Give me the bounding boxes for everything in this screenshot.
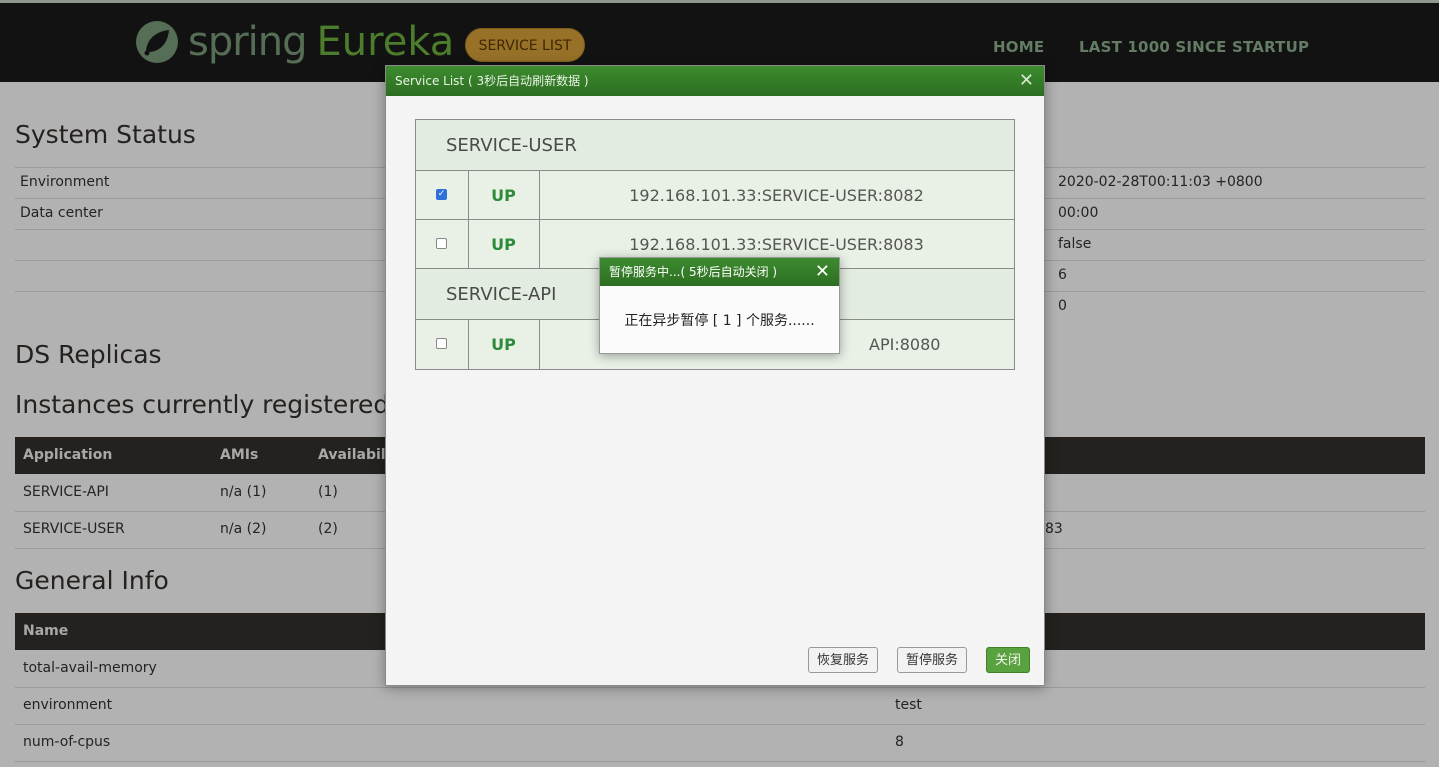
close-button[interactable]: 关闭 (986, 647, 1031, 673)
service-instance-row[interactable]: ✓ UP 192.168.101.33:SERVICE-USER:8082 (416, 171, 1014, 220)
instance-status: UP (468, 171, 540, 219)
checkbox-cell (416, 220, 469, 268)
instance-id: 192.168.101.33:SERVICE-USER:8082 (629, 186, 924, 205)
pausing-toast: 暂停服务中...( 5秒后自动关闭 ) ✕ 正在异步暂停 [ 1 ] 个服务..… (599, 257, 840, 354)
close-icon[interactable]: ✕ (815, 258, 830, 286)
resume-service-button[interactable]: 恢复服务 (808, 647, 879, 673)
checkbox-cell: ✓ (416, 171, 469, 219)
dialog-title-bar[interactable]: Service List ( 3秒后自动刷新数据 ) ✕ (386, 66, 1044, 96)
instance-checkbox[interactable] (436, 338, 447, 349)
toast-title-bar[interactable]: 暂停服务中...( 5秒后自动关闭 ) ✕ (600, 258, 839, 286)
dialog-title: Service List ( 3秒后自动刷新数据 ) (395, 74, 589, 88)
instance-checkbox[interactable]: ✓ (436, 189, 447, 200)
toast-message: 正在异步暂停 [ 1 ] 个服务...... (624, 313, 815, 329)
close-icon[interactable]: ✕ (1019, 66, 1034, 96)
service-list-dialog: Service List ( 3秒后自动刷新数据 ) ✕ SERVICE-USE… (385, 65, 1045, 686)
toast-title: 暂停服务中...( 5秒后自动关闭 ) (609, 265, 778, 279)
instance-status: UP (468, 220, 540, 268)
instance-status: UP (468, 320, 540, 369)
instance-checkbox[interactable] (436, 238, 447, 249)
checkbox-cell (416, 320, 469, 369)
pause-service-button[interactable]: 暂停服务 (897, 647, 968, 673)
service-group-header: SERVICE-USER (416, 120, 1014, 171)
